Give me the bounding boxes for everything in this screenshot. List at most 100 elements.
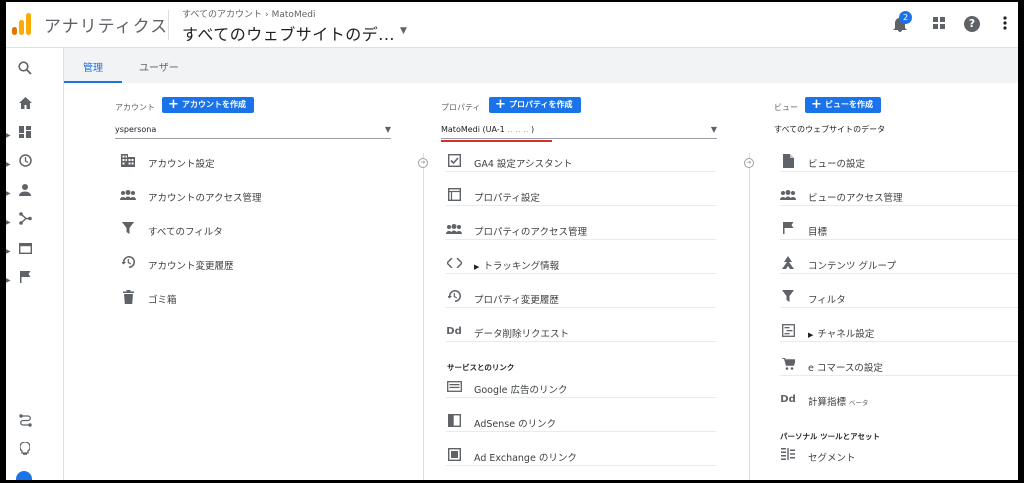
ad-exchange-icon bbox=[446, 447, 462, 464]
create-view-button[interactable]: + ビューを作成 bbox=[805, 97, 881, 113]
filter-icon bbox=[120, 222, 136, 238]
history-icon bbox=[446, 290, 462, 306]
menu-label: アカウント設定 bbox=[148, 159, 215, 170]
segments-item[interactable]: セグメント bbox=[780, 446, 1018, 466]
dd-icon: Dd bbox=[446, 326, 462, 337]
menu-label: AdSense のリンク bbox=[474, 419, 557, 430]
square-icon bbox=[446, 187, 462, 204]
admin-gear-icon[interactable] bbox=[16, 471, 32, 480]
view-selector-title[interactable]: すべてのウェブサイトのデ... bbox=[182, 21, 395, 45]
breadcrumb-account[interactable]: すべてのアカウント bbox=[182, 10, 262, 20]
trash-item[interactable]: ゴミ箱 bbox=[120, 288, 390, 308]
dashboard-icon[interactable] bbox=[14, 125, 36, 145]
menu-label: セグメント bbox=[808, 453, 856, 464]
top-header: アナリティクス すべてのアカウント › MatoMedi すべてのウェブサイトのデ.… bbox=[6, 2, 1018, 48]
person-icon[interactable] bbox=[14, 183, 36, 203]
channel-settings-label: チャネル設定 bbox=[817, 329, 875, 340]
tracking-info-item[interactable]: ▶ トラッキング情報 bbox=[445, 254, 716, 274]
notification-badge: 2 bbox=[899, 11, 912, 24]
property-settings-item[interactable]: プロパティ設定 bbox=[446, 186, 716, 206]
view-select-value: すべてのウェブサイトのデータ bbox=[774, 125, 886, 134]
account-select[interactable]: yspersona ▼ bbox=[115, 125, 391, 139]
beta-badge: ベータ bbox=[849, 399, 869, 407]
view-column-label: ビュー bbox=[774, 103, 798, 112]
tab-user[interactable]: ユーザー bbox=[139, 59, 179, 74]
plus-icon: + bbox=[495, 97, 506, 112]
menu-label: 計算指標 ベータ bbox=[808, 394, 869, 408]
arrow-right-icon: ➔ bbox=[744, 158, 754, 168]
view-filter-item[interactable]: フィルタ bbox=[780, 288, 1018, 308]
ecommerce-settings-item[interactable]: e コマースの設定 bbox=[780, 356, 1018, 376]
all-filters-item[interactable]: すべてのフィルタ bbox=[120, 220, 390, 240]
search-icon[interactable] bbox=[14, 61, 36, 81]
flag-icon[interactable] bbox=[14, 270, 36, 290]
account-history-item[interactable]: アカウント変更履歴 bbox=[120, 254, 390, 274]
caret-down-icon: ▼ bbox=[384, 125, 391, 134]
property-access-item[interactable]: プロパティのアクセス管理 bbox=[446, 220, 716, 240]
apps-grid-icon[interactable] bbox=[930, 16, 948, 34]
menu-label: プロパティ変更履歴 bbox=[474, 295, 559, 306]
menu-label: Google 広告のリンク bbox=[474, 385, 568, 396]
more-vert-icon[interactable] bbox=[996, 16, 1014, 34]
menu-label: フィルタ bbox=[808, 295, 846, 306]
people-icon bbox=[446, 222, 462, 238]
ga4-assistant-item[interactable]: GA4 設定アシスタント bbox=[446, 152, 716, 172]
lightbulb-icon[interactable] bbox=[14, 441, 36, 462]
menu-label: Ad Exchange のリンク bbox=[474, 453, 577, 464]
clock-icon[interactable] bbox=[14, 154, 36, 174]
plus-icon: + bbox=[811, 97, 822, 112]
left-nav-rail: ▶ ▶ ▶ ▶ ▶ ▶ bbox=[6, 48, 64, 480]
content-group-item[interactable]: コンテンツ グループ bbox=[780, 254, 1018, 274]
building-icon bbox=[120, 154, 136, 170]
code-icon bbox=[445, 256, 463, 272]
share-icon[interactable] bbox=[14, 212, 36, 232]
expand-arrow-icon[interactable]: ▶ bbox=[6, 132, 11, 139]
create-property-label: プロパティを作成 bbox=[509, 100, 573, 109]
ad-exchange-link-item[interactable]: Ad Exchange のリンク bbox=[446, 446, 716, 466]
expand-arrow-icon[interactable]: ▶ bbox=[6, 219, 11, 226]
property-select-suffix: ) bbox=[530, 125, 535, 134]
view-settings-item[interactable]: ビューの設定 bbox=[780, 152, 1018, 172]
menu-label: アカウント変更履歴 bbox=[148, 261, 234, 272]
menu-label: ゴミ箱 bbox=[148, 295, 177, 306]
expand-arrow-icon: ▶ bbox=[474, 263, 480, 271]
channel-settings-item[interactable]: ▶ チャネル設定 bbox=[780, 322, 1018, 342]
view-select[interactable]: すべてのウェブサイトのデータ bbox=[774, 125, 1018, 139]
property-select-value: MatoMedi (UA-1 bbox=[441, 125, 505, 134]
column-divider bbox=[749, 153, 750, 480]
caret-down-icon[interactable]: ▼ bbox=[400, 26, 407, 36]
create-account-button[interactable]: + アカウントを作成 bbox=[162, 97, 254, 113]
breadcrumb[interactable]: すべてのアカウント › MatoMedi bbox=[182, 7, 315, 20]
breadcrumb-property[interactable]: MatoMedi bbox=[272, 10, 316, 20]
property-select[interactable]: MatoMedi (UA-1 ‥ ‥ ‥ ) ▼ bbox=[441, 125, 717, 139]
chevron-right-icon: › bbox=[265, 10, 269, 20]
google-ads-link-item[interactable]: Google 広告のリンク bbox=[446, 378, 716, 398]
app-title: アナリティクス bbox=[44, 17, 169, 37]
property-history-item[interactable]: プロパティ変更履歴 bbox=[446, 288, 716, 308]
expand-arrow-icon[interactable]: ▶ bbox=[6, 161, 11, 168]
segment-icon bbox=[780, 448, 796, 464]
route-icon[interactable] bbox=[14, 414, 36, 434]
account-settings-item[interactable]: アカウント設定 bbox=[120, 152, 390, 172]
adsense-link-item[interactable]: AdSense のリンク bbox=[446, 412, 716, 432]
menu-label: プロパティのアクセス管理 bbox=[474, 227, 587, 238]
bell-icon[interactable]: 2 bbox=[891, 11, 912, 34]
menu-label: 目標 bbox=[808, 227, 828, 238]
personal-tools-title: パーソナル ツールとアセット bbox=[780, 432, 880, 441]
view-access-item[interactable]: ビューのアクセス管理 bbox=[780, 186, 1018, 206]
data-deletion-item[interactable]: Dd データ削除リクエスト bbox=[446, 322, 716, 342]
help-icon[interactable]: ? bbox=[964, 16, 980, 32]
tab-admin[interactable]: 管理 bbox=[83, 59, 103, 74]
window-icon[interactable] bbox=[14, 241, 36, 261]
calculated-metrics-item[interactable]: Dd 計算指標 ベータ bbox=[780, 390, 1018, 410]
menu-label: ▶ トラッキング情報 bbox=[474, 258, 559, 272]
analytics-logo-icon[interactable] bbox=[12, 11, 34, 35]
create-property-button[interactable]: + プロパティを作成 bbox=[489, 97, 581, 113]
home-icon[interactable] bbox=[14, 96, 36, 116]
expand-arrow-icon[interactable]: ▶ bbox=[6, 248, 11, 255]
goals-item[interactable]: 目標 bbox=[780, 220, 1018, 240]
filter-icon bbox=[780, 290, 796, 306]
expand-arrow-icon[interactable]: ▶ bbox=[6, 190, 11, 197]
expand-arrow-icon[interactable]: ▶ bbox=[6, 277, 11, 284]
account-access-item[interactable]: アカウントのアクセス管理 bbox=[120, 186, 390, 206]
